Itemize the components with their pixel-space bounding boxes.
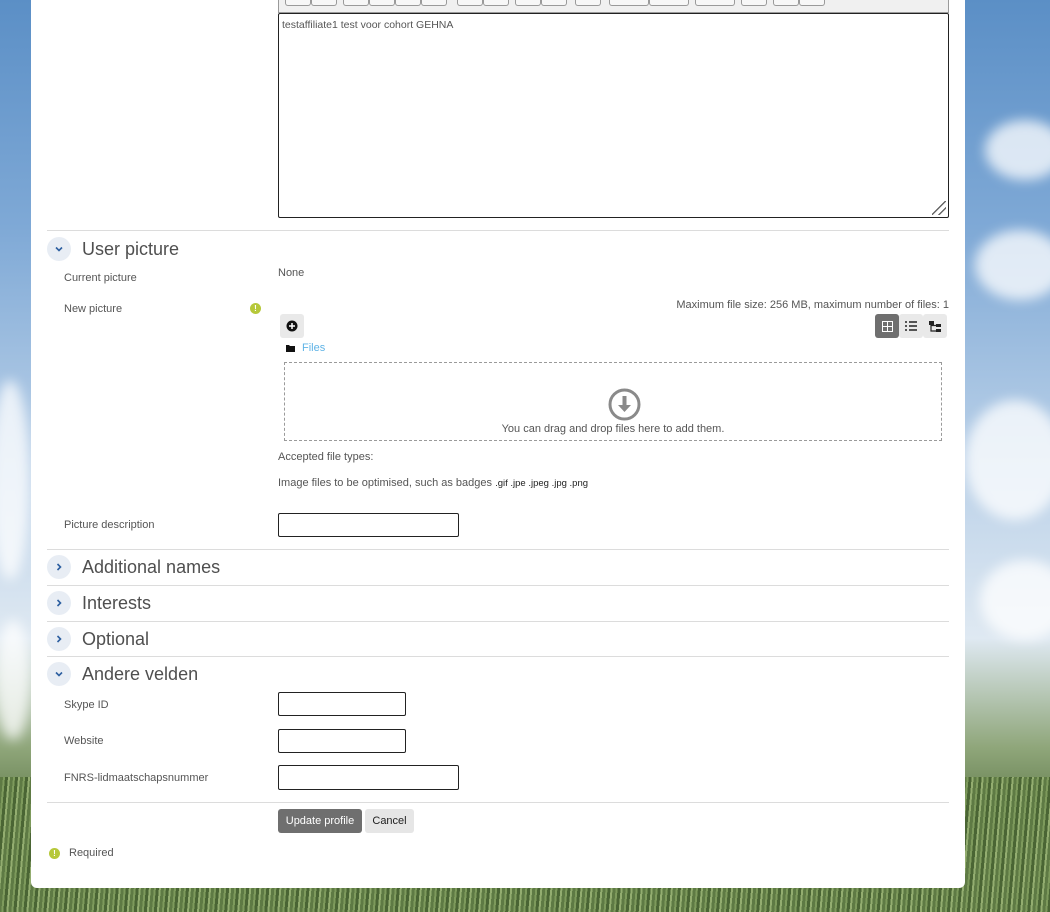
current-picture-value: None bbox=[278, 267, 305, 279]
view-tree-button[interactable] bbox=[923, 314, 947, 338]
update-profile-button[interactable]: Update profile bbox=[278, 809, 362, 833]
picture-description-input[interactable] bbox=[278, 513, 459, 537]
accepted-types-label: Accepted file types: bbox=[278, 451, 374, 463]
section-title: Interests bbox=[82, 592, 152, 613]
description-editor[interactable]: testaffiliate1 test voor cohort GEHNA bbox=[278, 13, 949, 218]
divider bbox=[47, 585, 949, 586]
website-label: Website bbox=[64, 735, 104, 747]
toolbar-button[interactable] bbox=[483, 0, 509, 6]
grid-icon bbox=[881, 320, 893, 332]
plus-circle-icon bbox=[286, 320, 298, 332]
toolbar-button[interactable] bbox=[649, 0, 689, 6]
section-header-andere-velden[interactable]: Andere velden bbox=[47, 661, 198, 687]
download-arrow-icon bbox=[608, 388, 641, 421]
toolbar-button[interactable] bbox=[311, 0, 337, 6]
chevron-down-icon[interactable] bbox=[47, 662, 71, 686]
section-header-additional-names[interactable]: Additional names bbox=[47, 554, 220, 580]
chevron-right-icon[interactable] bbox=[47, 627, 71, 651]
divider bbox=[47, 230, 949, 231]
divider bbox=[47, 549, 949, 550]
folder-icon bbox=[286, 345, 295, 352]
section-header-user-picture[interactable]: User picture bbox=[47, 236, 179, 262]
add-file-button[interactable] bbox=[280, 314, 304, 338]
section-header-optional[interactable]: Optional bbox=[47, 626, 149, 652]
section-title: User picture bbox=[82, 238, 180, 259]
profile-form-card: testaffiliate1 test voor cohort GEHNA Us… bbox=[31, 0, 965, 888]
view-grid-button[interactable] bbox=[875, 314, 899, 338]
new-picture-label: New picture bbox=[64, 303, 123, 315]
files-link[interactable]: Files bbox=[302, 342, 325, 354]
required-note: Required bbox=[69, 847, 114, 859]
resize-handle-icon[interactable] bbox=[932, 201, 946, 215]
toolbar-button[interactable] bbox=[515, 0, 541, 6]
section-title: Additional names bbox=[82, 556, 221, 577]
divider bbox=[47, 802, 949, 803]
editor-text: testaffiliate1 test voor cohort GEHNA bbox=[282, 19, 454, 31]
toolbar-button[interactable] bbox=[343, 0, 369, 6]
required-icon: ! bbox=[250, 303, 261, 314]
editor-toolbar bbox=[278, 0, 949, 13]
chevron-right-icon[interactable] bbox=[47, 591, 71, 615]
toolbar-button[interactable] bbox=[799, 0, 825, 6]
fnrs-input[interactable] bbox=[278, 765, 459, 790]
toolbar-button[interactable] bbox=[773, 0, 799, 6]
toolbar-button[interactable] bbox=[541, 0, 567, 6]
section-title: Optional bbox=[82, 628, 150, 649]
chevron-down-icon[interactable] bbox=[47, 237, 71, 261]
fnrs-label: FNRS-lidmaatschapsnummer bbox=[64, 772, 209, 784]
section-header-interests[interactable]: Interests bbox=[47, 590, 151, 616]
toolbar-button[interactable] bbox=[421, 0, 447, 6]
cancel-button[interactable]: Cancel bbox=[365, 809, 414, 833]
toolbar-button[interactable] bbox=[285, 0, 311, 6]
list-icon bbox=[905, 321, 917, 331]
toolbar-button[interactable] bbox=[575, 0, 601, 6]
toolbar-button[interactable] bbox=[741, 0, 767, 6]
skype-id-label: Skype ID bbox=[64, 699, 109, 711]
file-dropzone[interactable]: You can drag and drop files here to add … bbox=[284, 362, 942, 441]
section-title: Andere velden bbox=[82, 663, 199, 684]
divider bbox=[47, 656, 949, 657]
current-picture-label: Current picture bbox=[64, 272, 137, 284]
accepted-types-desc: Image files to be optimised, such as bad… bbox=[278, 477, 588, 489]
website-input[interactable] bbox=[278, 729, 406, 753]
chevron-right-icon[interactable] bbox=[47, 555, 71, 579]
divider bbox=[47, 621, 949, 622]
toolbar-button[interactable] bbox=[395, 0, 421, 6]
dropzone-text: You can drag and drop files here to add … bbox=[501, 423, 725, 435]
accepted-types-text: Image files to be optimised, such as bad… bbox=[278, 477, 493, 489]
files-breadcrumb: Files bbox=[286, 342, 325, 354]
toolbar-button[interactable] bbox=[369, 0, 395, 6]
accepted-extensions: .gif .jpe .jpeg .jpg .png bbox=[495, 478, 589, 489]
picture-description-label: Picture description bbox=[64, 519, 155, 531]
tree-icon bbox=[929, 320, 941, 332]
max-file-size-text: Maximum file size: 256 MB, maximum numbe… bbox=[676, 299, 949, 311]
view-list-button[interactable] bbox=[899, 314, 923, 338]
toolbar-button[interactable] bbox=[457, 0, 483, 6]
required-icon: ! bbox=[49, 848, 60, 859]
skype-id-input[interactable] bbox=[278, 692, 406, 716]
toolbar-button[interactable] bbox=[695, 0, 735, 6]
toolbar-button[interactable] bbox=[609, 0, 649, 6]
